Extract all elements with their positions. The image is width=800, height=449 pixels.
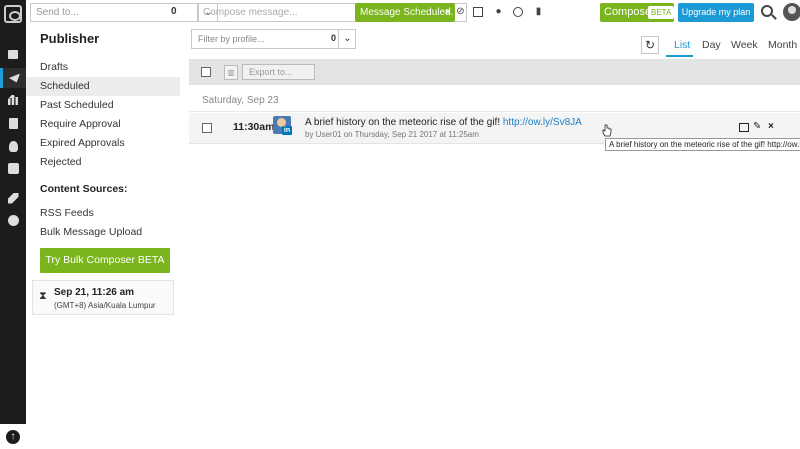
main-panel: 0 ⌄ ↻ List Day Week Month ▥ Export to...… — [181, 24, 800, 449]
message-scheduled-toast: Message Scheduled. × — [355, 3, 455, 22]
app-window: ↑ 0 ⌄ Message Scheduled. × ⊘ ● ▮ Compose… — [0, 0, 800, 449]
left-rail: ↑ — [0, 0, 26, 449]
sidebar-item-require-approval[interactable]: Require Approval — [26, 115, 180, 134]
toast-close-icon[interactable]: × — [445, 3, 451, 22]
send-to-count: 0 — [171, 6, 177, 17]
sidebar-item-rejected[interactable]: Rejected — [26, 153, 180, 172]
list-toolbar: ▥ Export to... — [189, 59, 800, 85]
sidebar-item-drafts[interactable]: Drafts — [26, 58, 180, 77]
tab-week[interactable]: Week — [731, 39, 758, 51]
reschedule-calendar-icon[interactable] — [739, 123, 749, 132]
message-text: A brief history on the meteoric rise of … — [305, 117, 582, 128]
sidebar-item-scheduled[interactable]: Scheduled — [26, 77, 180, 96]
refresh-button[interactable]: ↻ — [641, 36, 659, 54]
arrow-up-icon: ↑ — [6, 429, 20, 444]
hourglass-icon: ⧗ — [39, 290, 47, 302]
apps-puzzle-icon[interactable] — [0, 158, 26, 178]
search-icon[interactable] — [761, 5, 773, 17]
privacy-globe-icon[interactable] — [513, 7, 523, 17]
top-bar: 0 ⌄ Message Scheduled. × ⊘ ● ▮ Composer … — [26, 0, 800, 24]
filter-input[interactable] — [192, 30, 322, 48]
select-all-checkbox[interactable] — [201, 67, 211, 77]
content-sources-heading: Content Sources: — [40, 183, 128, 195]
delete-close-icon[interactable]: × — [768, 121, 774, 132]
refresh-icon: ↻ — [644, 38, 656, 52]
send-to-field[interactable]: 0 ⌄ — [30, 3, 218, 22]
hand-cursor-icon — [602, 124, 612, 137]
upgrade-plan-button[interactable]: Upgrade my plan — [678, 3, 754, 22]
sidebar-item-rss-feeds[interactable]: RSS Feeds — [26, 204, 180, 223]
link-shorten-icon[interactable]: ⊘ — [455, 6, 466, 17]
day-header: Saturday, Sep 23 — [189, 90, 800, 112]
publisher-icon[interactable] — [0, 68, 26, 88]
tab-month[interactable]: Month — [768, 39, 797, 51]
calendar-icon[interactable] — [473, 7, 483, 17]
row-checkbox[interactable] — [202, 123, 212, 133]
tab-day[interactable]: Day — [702, 39, 721, 51]
message-time: 11:30am — [233, 121, 275, 133]
timezone-box: ⧗ Sep 21, 11:26 am (GMT+8) Asia/Kuala Lu… — [32, 280, 174, 315]
current-datetime: Sep 21, 11:26 am — [54, 287, 135, 298]
location-pin-icon[interactable]: ● — [493, 6, 504, 17]
message-link[interactable]: http://ow.ly/Sv8JA — [503, 117, 582, 128]
profile-filter[interactable]: 0 ⌄ — [191, 29, 356, 49]
sidebar-item-past-scheduled[interactable]: Past Scheduled — [26, 96, 180, 115]
delete-trash-icon[interactable]: ▥ — [224, 65, 238, 80]
scroll-up-button[interactable]: ↑ — [0, 424, 26, 449]
beta-badge: BETA — [648, 6, 675, 19]
help-icon[interactable] — [0, 210, 26, 230]
lock-icon[interactable]: ▮ — [533, 6, 544, 17]
publisher-sidebar: Publisher Drafts Scheduled Past Schedule… — [26, 24, 181, 449]
edit-pencil-icon[interactable]: ✎ — [753, 121, 761, 132]
send-to-input[interactable] — [31, 4, 171, 21]
filter-count: 0 — [331, 33, 337, 43]
timezone-label: (GMT+8) Asia/Kuala Lumpur — [54, 301, 156, 310]
tools-wrench-icon[interactable] — [0, 188, 26, 208]
streams-icon[interactable] — [0, 44, 26, 64]
contests-icon[interactable] — [0, 136, 26, 156]
sidebar-item-bulk-upload[interactable]: Bulk Message Upload — [26, 223, 180, 242]
owl-logo-icon[interactable] — [4, 5, 22, 23]
linkedin-icon: in — [282, 126, 292, 135]
try-bulk-composer-button[interactable]: Try Bulk Composer BETA — [40, 248, 170, 273]
active-tab-indicator — [666, 55, 693, 57]
composer-button[interactable]: Composer BETA — [600, 3, 675, 22]
export-dropdown[interactable]: Export to... — [242, 64, 315, 80]
assignments-icon[interactable] — [0, 113, 26, 133]
analytics-icon[interactable] — [0, 90, 26, 110]
toast-text: Message Scheduled. — [360, 7, 454, 18]
tab-list[interactable]: List — [674, 39, 690, 51]
sidebar-item-expired-approvals[interactable]: Expired Approvals — [26, 134, 180, 153]
page-title: Publisher — [40, 31, 100, 46]
tooltip: A brief history on the meteoric rise of … — [605, 138, 800, 151]
avatar[interactable] — [783, 3, 800, 21]
chevron-down-icon[interactable]: ⌄ — [338, 30, 356, 48]
message-meta: by User01 on Thursday, Sep 21 2017 at 11… — [305, 130, 479, 139]
message-body: A brief history on the meteoric rise of … — [305, 117, 501, 128]
